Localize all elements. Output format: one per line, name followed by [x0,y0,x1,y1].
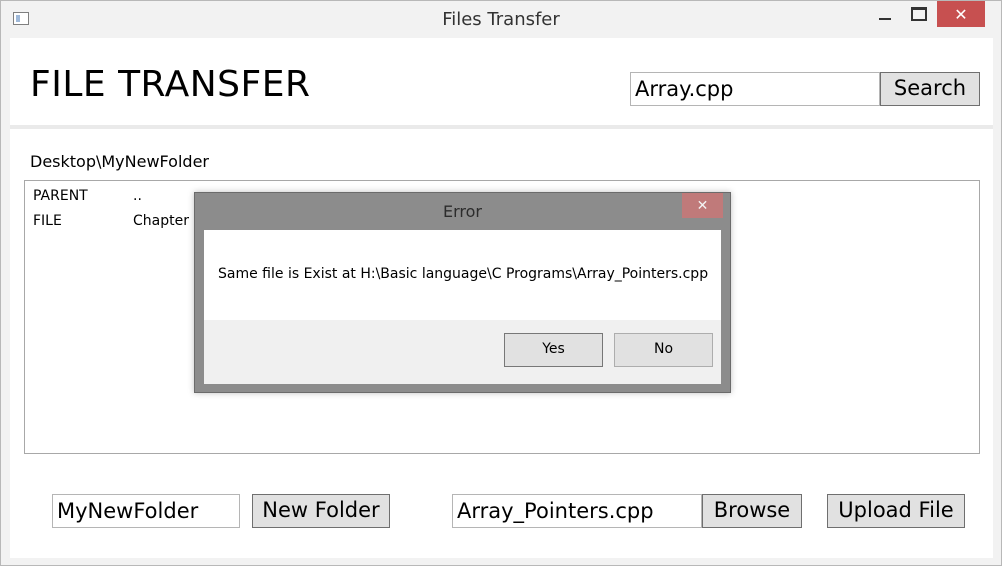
upload-path-input[interactable] [452,494,702,528]
minimize-icon [879,18,891,20]
maximize-button[interactable] [901,1,937,27]
breadcrumb: Desktop\MyNewFolder [30,152,209,171]
item-name: .. [133,188,142,204]
title-bar[interactable]: Files Transfer ✕ [1,1,1001,37]
search-input[interactable] [630,72,880,106]
yes-button[interactable]: Yes [504,333,603,367]
dialog-title: Error [443,202,482,221]
error-dialog: Error ✕ Same file is Exist at H:\Basic l… [194,192,731,393]
dialog-message: Same file is Exist at H:\Basic language\… [218,266,709,282]
item-name: Chapter 4 [133,213,203,229]
dialog-close-button[interactable]: ✕ [682,193,723,218]
upload-file-button[interactable]: Upload File [827,494,965,528]
page-title: FILE TRANSFER [30,64,311,105]
folder-name-input[interactable] [52,494,240,528]
item-type: FILE [33,213,62,229]
dialog-message-area: Same file is Exist at H:\Basic language\… [204,230,721,320]
window-title: Files Transfer [442,9,560,30]
minimize-button[interactable] [867,1,903,27]
no-button[interactable]: No [614,333,713,367]
maximize-icon [911,7,927,21]
close-icon: ✕ [696,197,709,214]
dialog-body: Same file is Exist at H:\Basic language\… [204,230,721,384]
header-panel: FILE TRANSFER Search [10,38,993,129]
close-button[interactable]: ✕ [937,1,985,27]
new-folder-button[interactable]: New Folder [252,494,390,528]
search-button[interactable]: Search [880,72,980,106]
browse-button[interactable]: Browse [702,494,802,528]
item-type: PARENT [33,188,88,204]
close-icon: ✕ [954,4,968,24]
